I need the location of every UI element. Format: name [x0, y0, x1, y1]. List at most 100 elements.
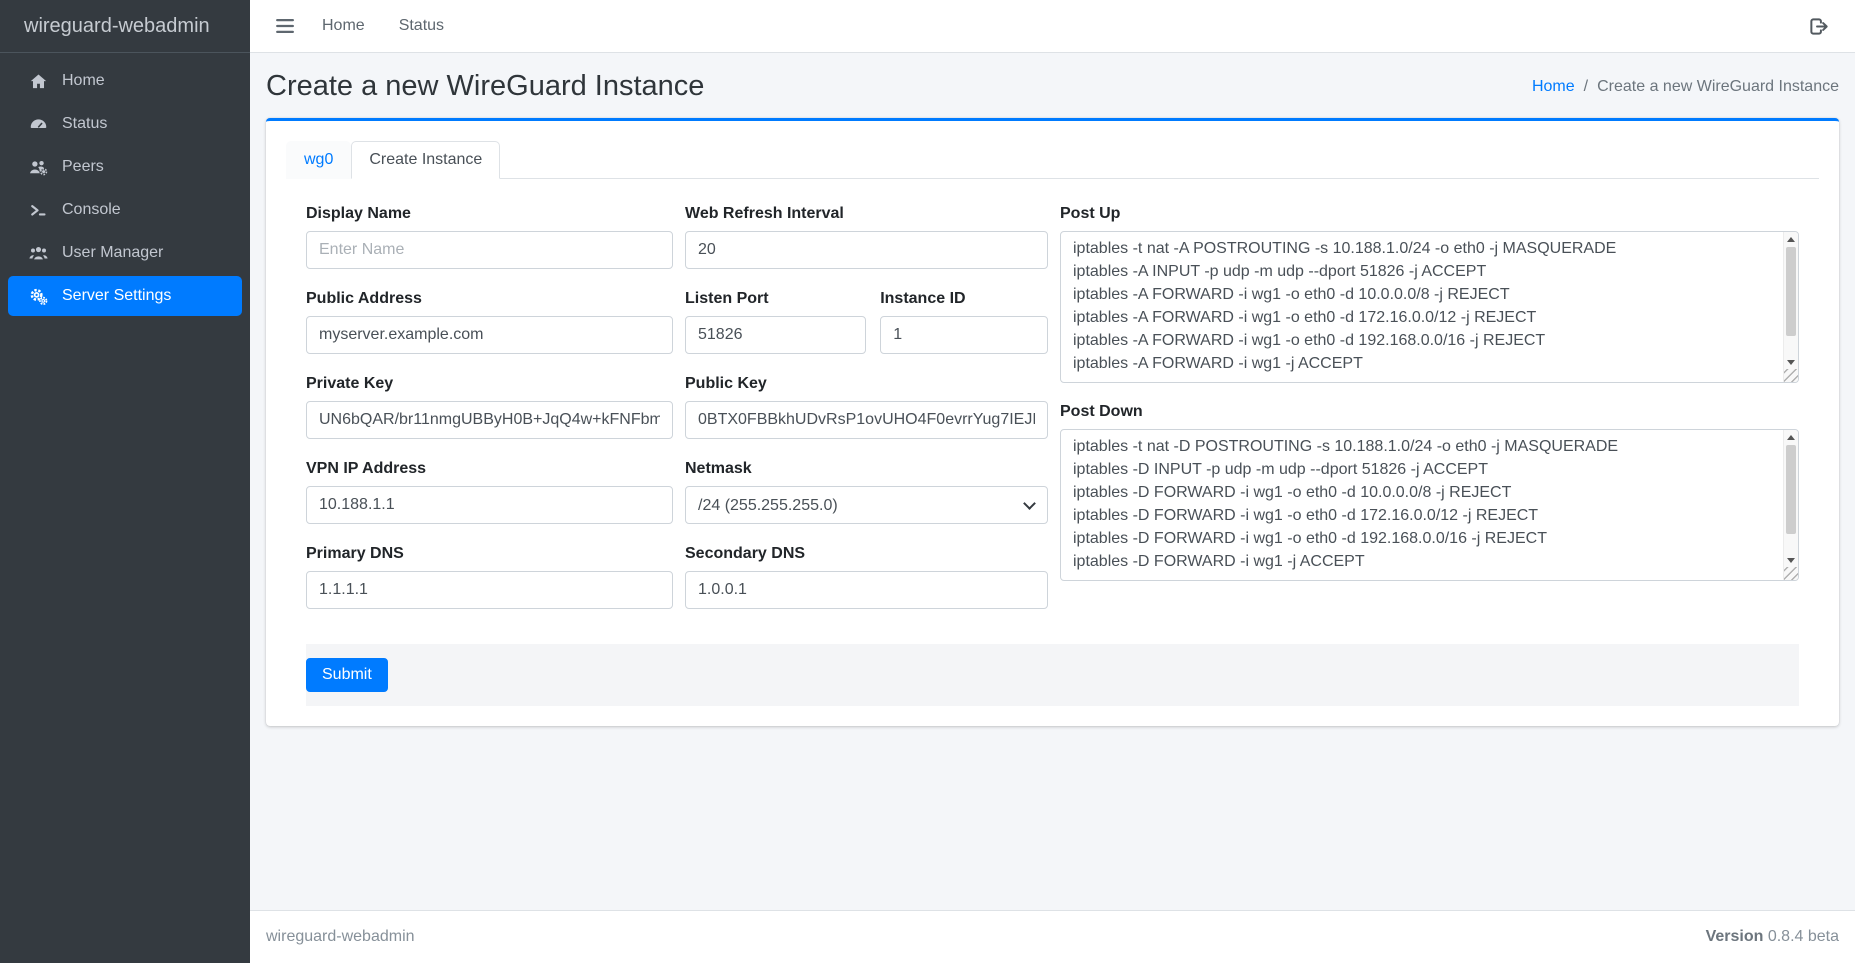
main-area: Home Status Create a new WireGuard Insta… [250, 0, 1855, 963]
form-column-middle: Web Refresh Interval Listen Port [685, 205, 1048, 630]
web-refresh-group: Web Refresh Interval [685, 205, 1048, 269]
footer-version: Version 0.8.4 beta [1706, 928, 1839, 946]
tab-wg0[interactable]: wg0 [286, 141, 351, 179]
post-up-wrap: iptables -t nat -A POSTROUTING -s 10.188… [1060, 231, 1799, 383]
home-icon [28, 71, 49, 91]
post-up-textarea[interactable]: iptables -t nat -A POSTROUTING -s 10.188… [1060, 231, 1799, 383]
sidebar-item-label: Home [62, 72, 105, 90]
content-header: Create a new WireGuard Instance Home / C… [266, 53, 1839, 118]
instance-card: wg0 Create Instance Display Name [266, 118, 1839, 726]
public-key-input[interactable] [685, 401, 1048, 439]
scrollbar-thumb[interactable] [1786, 247, 1796, 336]
secondary-dns-group: Secondary DNS [685, 545, 1048, 609]
private-key-label: Private Key [306, 375, 673, 393]
scroll-up-arrow-icon[interactable] [1784, 232, 1798, 246]
app-window: wireguard-webadmin Home Status Peers [0, 0, 1855, 963]
breadcrumb: Home / Create a new WireGuard Instance [1532, 78, 1839, 96]
sidebar-item-label: Server Settings [62, 287, 171, 305]
post-down-label: Post Down [1060, 403, 1799, 421]
tachometer-icon [28, 114, 49, 134]
vpn-ip-group: VPN IP Address [306, 460, 673, 524]
form-column-right: Post Up iptables -t nat -A POSTROUTING -… [1060, 205, 1799, 630]
footer-version-value: 0.8.4 beta [1768, 928, 1839, 945]
netmask-group: Netmask /24 (255.255.255.0) [685, 460, 1048, 524]
scroll-down-arrow-icon[interactable] [1784, 355, 1798, 369]
listen-port-group: Listen Port [685, 290, 866, 354]
top-navbar: Home Status [250, 0, 1855, 53]
public-address-input[interactable] [306, 316, 673, 354]
cogs-icon [28, 286, 49, 306]
breadcrumb-current: Create a new WireGuard Instance [1597, 78, 1839, 96]
breadcrumb-home-link[interactable]: Home [1532, 78, 1575, 96]
sidebar-item-home[interactable]: Home [8, 61, 242, 101]
brand[interactable]: wireguard-webadmin [0, 0, 250, 53]
public-address-group: Public Address [306, 290, 673, 354]
secondary-dns-input[interactable] [685, 571, 1048, 609]
sidebar-nav: Home Status Peers Console [0, 53, 250, 319]
netmask-select[interactable]: /24 (255.255.255.0) [685, 486, 1048, 524]
content: Create a new WireGuard Instance Home / C… [250, 53, 1855, 910]
netmask-label: Netmask [685, 460, 1048, 478]
scroll-down-arrow-icon[interactable] [1784, 553, 1798, 567]
public-key-label: Public Key [685, 375, 1048, 393]
display-name-input[interactable] [306, 231, 673, 269]
instance-id-label: Instance ID [880, 290, 1048, 308]
page-footer: wireguard-webadmin Version 0.8.4 beta [250, 910, 1855, 963]
card-body: wg0 Create Instance Display Name [266, 121, 1839, 726]
users-icon [28, 243, 49, 263]
primary-dns-group: Primary DNS [306, 545, 673, 609]
breadcrumb-separator: / [1584, 78, 1588, 96]
post-down-wrap: iptables -t nat -D POSTROUTING -s 10.188… [1060, 429, 1799, 581]
tab-bar: wg0 Create Instance [286, 141, 1819, 179]
sidebar-item-user-manager[interactable]: User Manager [8, 233, 242, 273]
terminal-icon [28, 200, 49, 220]
post-up-scrollbar[interactable] [1783, 232, 1798, 382]
primary-dns-label: Primary DNS [306, 545, 673, 563]
scroll-up-arrow-icon[interactable] [1784, 430, 1798, 444]
page-title: Create a new WireGuard Instance [266, 70, 704, 103]
submit-button[interactable]: Submit [306, 658, 388, 692]
vpn-ip-input[interactable] [306, 486, 673, 524]
post-down-group: Post Down iptables -t nat -D POSTROUTING… [1060, 403, 1799, 581]
instance-id-input[interactable] [880, 316, 1048, 354]
tab-create-instance[interactable]: Create Instance [351, 141, 500, 179]
private-key-group: Private Key [306, 375, 673, 439]
instance-id-group: Instance ID [880, 290, 1048, 354]
resize-grip-icon[interactable] [1784, 369, 1798, 382]
sidebar-item-label: Status [62, 115, 107, 133]
primary-dns-input[interactable] [306, 571, 673, 609]
sidebar-item-label: Console [62, 201, 121, 219]
scrollbar-track[interactable] [1784, 444, 1798, 553]
sign-out-icon[interactable] [1801, 9, 1835, 43]
listen-port-label: Listen Port [685, 290, 866, 308]
submit-strip: Submit [306, 644, 1799, 706]
sidebar-item-status[interactable]: Status [8, 104, 242, 144]
resize-grip-icon[interactable] [1784, 567, 1798, 580]
navbar-link-home[interactable]: Home [308, 9, 379, 43]
display-name-label: Display Name [306, 205, 673, 223]
sidebar-item-peers[interactable]: Peers [8, 147, 242, 187]
public-address-label: Public Address [306, 290, 673, 308]
web-refresh-input[interactable] [685, 231, 1048, 269]
sidebar-item-console[interactable]: Console [8, 190, 242, 230]
users-cog-icon [28, 157, 49, 177]
navbar-link-status[interactable]: Status [385, 9, 458, 43]
listen-port-input[interactable] [685, 316, 866, 354]
sidebar-item-label: User Manager [62, 244, 163, 262]
vpn-ip-label: VPN IP Address [306, 460, 673, 478]
post-down-textarea[interactable]: iptables -t nat -D POSTROUTING -s 10.188… [1060, 429, 1799, 581]
form-grid: Display Name Public Address Private Key [306, 205, 1799, 630]
footer-version-label: Version [1706, 928, 1764, 945]
public-key-group: Public Key [685, 375, 1048, 439]
sidebar-item-server-settings[interactable]: Server Settings [8, 276, 242, 316]
private-key-input[interactable] [306, 401, 673, 439]
form-column-left: Display Name Public Address Private Key [306, 205, 673, 630]
secondary-dns-label: Secondary DNS [685, 545, 1048, 563]
post-up-label: Post Up [1060, 205, 1799, 223]
hamburger-icon[interactable] [268, 9, 302, 43]
scrollbar-track[interactable] [1784, 246, 1798, 355]
post-down-scrollbar[interactable] [1783, 430, 1798, 580]
create-instance-form: Display Name Public Address Private Key [286, 179, 1819, 706]
scrollbar-thumb[interactable] [1786, 445, 1796, 534]
port-id-row: Listen Port Instance ID [685, 290, 1048, 354]
